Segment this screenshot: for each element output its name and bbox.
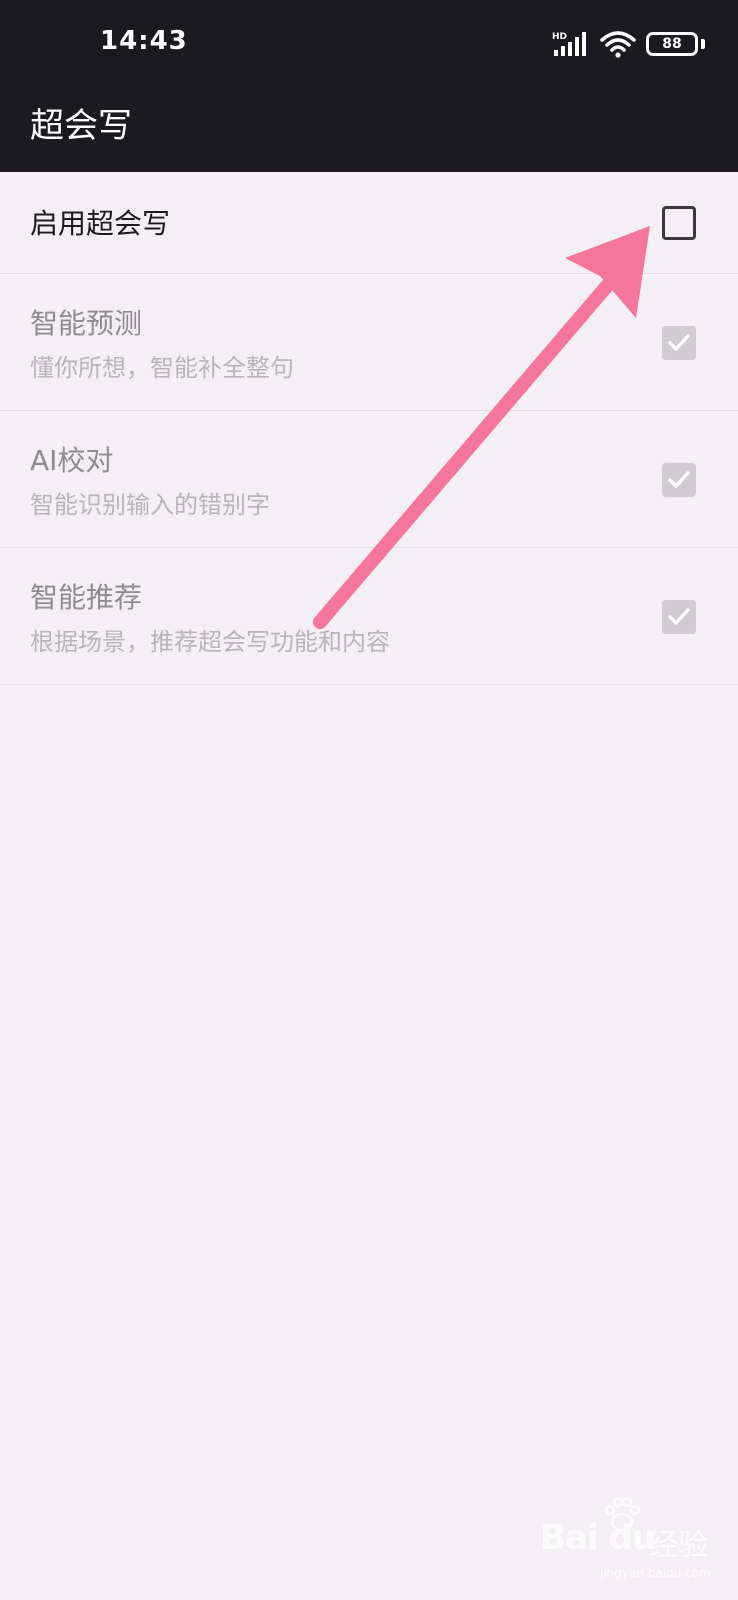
- prediction-checkbox[interactable]: [662, 326, 696, 360]
- check-icon: [668, 334, 690, 351]
- setting-subtitle: 根据场景，推荐超会写功能和内容: [30, 628, 390, 656]
- baidu-jingyan-watermark: Bai du 经验 jingyan.baidu.com: [540, 1488, 730, 1588]
- app-bar: 14:43 HD 88 超会写: [0, 0, 738, 172]
- status-bar: 14:43 HD 88: [0, 0, 738, 88]
- status-icons: HD 88: [538, 26, 738, 62]
- check-icon: [668, 471, 690, 488]
- setting-title: 启用超会写: [30, 207, 171, 240]
- watermark-url: jingyan.baidu.com: [600, 1566, 711, 1580]
- wifi-icon: [600, 31, 636, 58]
- setting-row-enable[interactable]: 启用超会写: [0, 172, 738, 274]
- settings-list: 启用超会写 智能预测 懂你所想，智能补全整句 AI校对 智能识别输入的错别字 智…: [0, 172, 738, 685]
- status-time: 14:43: [100, 26, 188, 56]
- battery-tip: [701, 39, 705, 49]
- check-icon: [668, 608, 690, 625]
- signal-icon: HD: [552, 32, 586, 56]
- network-label: HD: [552, 32, 567, 42]
- enable-checkbox[interactable]: [662, 206, 696, 240]
- paw-icon: [604, 1496, 641, 1532]
- battery-icon: 88: [646, 32, 698, 56]
- proofread-checkbox[interactable]: [662, 463, 696, 497]
- watermark-chinese: 经验: [648, 1528, 708, 1563]
- setting-row-recommend[interactable]: 智能推荐 根据场景，推荐超会写功能和内容: [0, 548, 738, 685]
- setting-title: 智能推荐: [30, 581, 143, 614]
- recommend-checkbox[interactable]: [662, 600, 696, 634]
- setting-subtitle: 智能识别输入的错别字: [30, 491, 270, 519]
- setting-title: 智能预测: [30, 307, 143, 340]
- battery-level: 88: [662, 36, 682, 52]
- setting-row-proofread[interactable]: AI校对 智能识别输入的错别字: [0, 411, 738, 548]
- setting-subtitle: 懂你所想，智能补全整句: [30, 354, 294, 382]
- setting-row-prediction[interactable]: 智能预测 懂你所想，智能补全整句: [0, 274, 738, 411]
- setting-title: AI校对: [30, 444, 114, 477]
- page-title: 超会写: [30, 106, 132, 146]
